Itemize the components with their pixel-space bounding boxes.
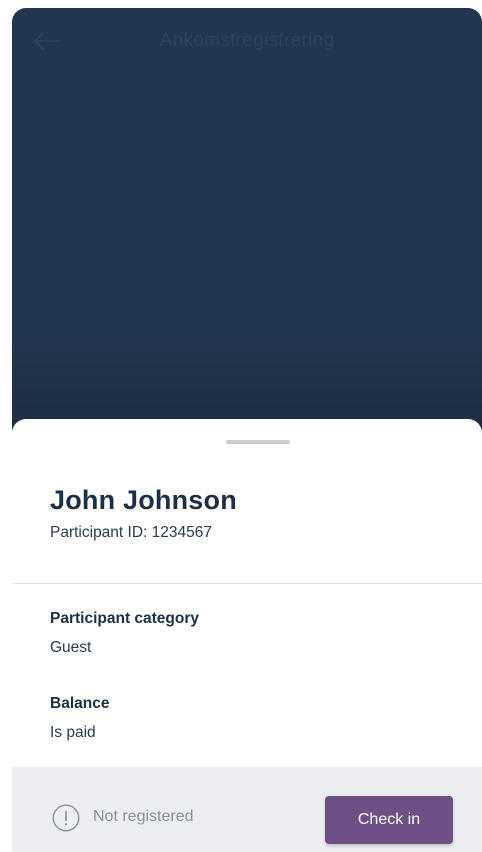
drag-handle[interactable] <box>226 440 290 444</box>
participant-id: Participant ID: 1234567 <box>50 524 212 541</box>
screen-title: Ankomstregistrering <box>159 30 335 51</box>
top-bar: Ankomstregistrering <box>12 8 482 74</box>
sheet-footer: Not registered Check in <box>12 767 482 852</box>
backdrop-shade <box>12 338 482 428</box>
participant-name: John Johnson <box>50 485 237 515</box>
exclamation-circle-icon <box>52 804 80 832</box>
app-window: Ankomstregistrering John Johnson Partici… <box>12 8 482 852</box>
divider <box>12 583 482 584</box>
balance-label: Balance <box>50 695 110 712</box>
participant-category-value: Guest <box>50 639 92 656</box>
participant-category-label: Participant category <box>50 610 200 627</box>
registration-status: Not registered <box>93 808 194 825</box>
participant-sheet: John Johnson Participant ID: 1234567 Par… <box>12 419 482 852</box>
balance-value: Is paid <box>50 724 96 741</box>
check-in-button[interactable]: Check in <box>325 796 453 844</box>
